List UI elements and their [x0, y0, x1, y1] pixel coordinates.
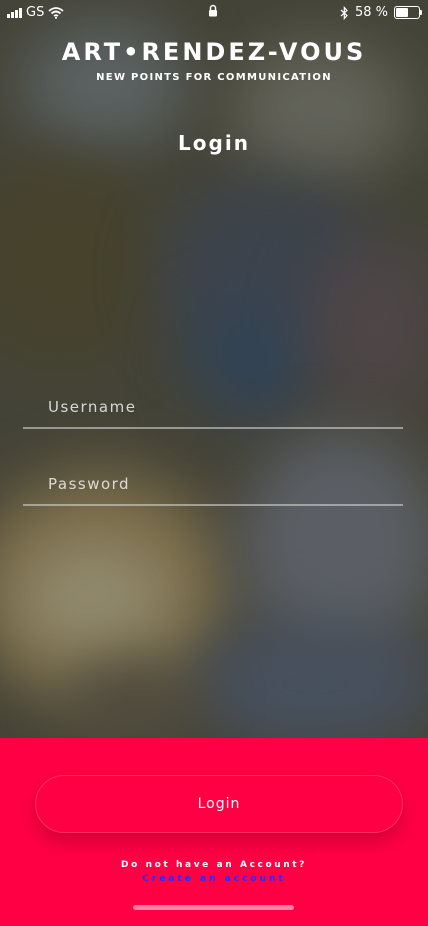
login-button[interactable]: Login	[35, 775, 403, 833]
wifi-icon	[48, 6, 64, 19]
username-field[interactable]	[23, 387, 403, 429]
password-input[interactable]	[23, 464, 403, 504]
signal-bars-icon	[7, 7, 22, 18]
blurred-background-image	[0, 0, 428, 738]
no-account-text: Do not have an Account?	[121, 860, 307, 870]
bottom-action-panel: Login Do not have an Account? Create an …	[0, 738, 428, 926]
carrier-name: GS	[26, 5, 45, 20]
battery-percent: 58 %	[354, 5, 388, 20]
create-account-link[interactable]: Create an account	[0, 874, 428, 884]
status-bar: GS 58 %	[0, 0, 428, 26]
brand-name: ART•RENDEZ-VOUS	[61, 38, 367, 66]
username-input[interactable]	[23, 387, 403, 427]
bluetooth-icon	[340, 5, 348, 20]
lock-icon	[209, 4, 217, 17]
brand-header: ART•RENDEZ-VOUS NEW POINTS FOR COMMUNICA…	[0, 38, 428, 83]
page-title: Login	[178, 131, 250, 155]
brand-tagline: NEW POINTS FOR COMMUNICATION	[96, 72, 332, 83]
password-field[interactable]	[23, 464, 403, 506]
home-indicator[interactable]	[133, 905, 294, 910]
battery-icon	[394, 6, 422, 19]
